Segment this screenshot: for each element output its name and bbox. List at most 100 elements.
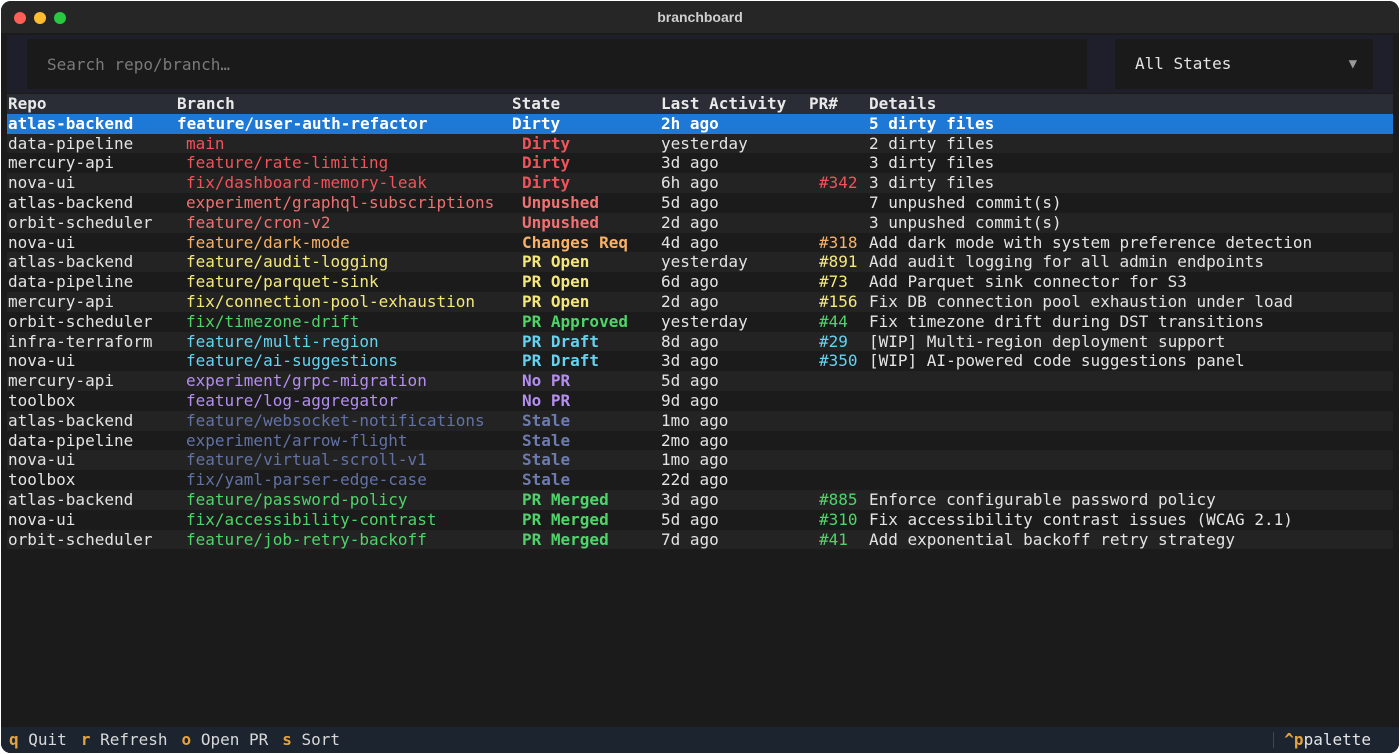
table-row[interactable]: mercury-api feature/rate-limiting Dirty 3d … [7,153,1393,173]
table-row[interactable]: nova-ui fix/accessibility-contrast PR Merg… [7,510,1393,530]
table-header-row: Repo Branch State Last Activity PR# Deta… [7,94,1393,114]
cell-repo: nova-ui [8,450,76,470]
table-row[interactable]: orbit-scheduler feature/cron-v2 Unpushed 2d… [7,212,1393,233]
table-row[interactable]: toolbox feature/log-aggregator No PR 9d ago [7,391,1393,411]
cell-state: PR Merged [522,489,609,509]
cell-repo: atlas-backend [8,252,134,272]
table-row[interactable]: data-pipeline main Dirty yesterday 2 dirty f… [7,133,1393,154]
shortcut-label[interactable]: Open PR [201,730,268,749]
shortcut-label[interactable]: Quit [28,730,67,749]
cell-branch: feature/user-auth-refactor [177,113,428,133]
state-filter-select[interactable]: All States ▼ [1115,39,1373,89]
table-row[interactable]: atlas-backend feature/user-auth-refactor D… [7,113,1393,134]
app-content: All States ▼ Repo Branch State Last Acti… [1,33,1399,753]
table-row[interactable]: toolbox fix/yaml-parser-edge-case Stale 22d… [7,470,1393,490]
search-input[interactable] [27,39,1087,89]
cell-branch: experiment/arrow-flight [186,430,408,450]
cell-repo: atlas-backend [8,192,134,212]
table-row[interactable]: infra-terraform feature/multi-region PR Dr… [7,331,1393,352]
cell-repo: mercury-api [8,153,114,173]
minimize-window-button[interactable] [34,12,46,24]
close-window-button[interactable] [14,12,26,24]
cell-state: PR Merged [522,509,609,529]
cell-branch: feature/password-policy [186,489,408,509]
cell-repo: data-pipeline [8,272,134,292]
cell-branch: feature/job-retry-backoff [186,529,427,549]
table-row[interactable]: orbit-scheduler feature/job-retry-backoff… [7,529,1393,550]
table-row[interactable]: data-pipeline experiment/arrow-flight Stal… [7,431,1393,451]
column-header-pr[interactable]: PR# [809,94,867,114]
window-title: branchboard [657,9,743,25]
cell-details: Fix DB connection pool exhaustion under … [869,291,1293,311]
cell-state: PR Draft [522,331,600,351]
table-row[interactable]: nova-ui feature/dark-mode Changes Req 4d ag… [7,233,1393,253]
cell-state: Unpushed [522,192,600,212]
cell-state: PR Open [522,291,590,311]
cell-last-activity: 22d ago [661,470,729,490]
shortcut-label[interactable]: Sort [302,730,341,749]
cell-branch: main [186,133,225,153]
table-row[interactable]: nova-ui fix/dashboard-memory-leak Dirty 6h … [7,173,1393,193]
cell-state: Stale [522,410,571,430]
table-row[interactable]: nova-ui feature/virtual-scroll-v1 Stale 1mo… [7,450,1393,471]
zoom-window-button[interactable] [54,12,66,24]
table-row[interactable]: mercury-api fix/connection-pool-exhaustio… [7,291,1393,312]
dropdown-arrow-icon: ▼ [1348,56,1357,72]
cell-state: No PR [522,390,571,410]
cell-branch: fix/dashboard-memory-leak [186,173,427,193]
table-row[interactable]: nova-ui feature/ai-suggestions PR Draft 3d … [7,351,1393,371]
cell-state: PR Open [522,272,590,292]
table-row[interactable]: atlas-backend feature/password-policy PR M… [7,489,1393,510]
cell-details: Add Parquet sink connector for S3 [869,272,1187,292]
shortcut-key: o [181,730,192,749]
cell-last-activity: 2d ago [661,212,719,232]
table-row[interactable]: orbit-scheduler fix/timezone-drift PR Appr… [7,312,1393,332]
cell-repo: atlas-backend [8,489,134,509]
cell-details: Add dark mode with system preference det… [869,232,1313,252]
cell-repo: atlas-backend [8,410,134,430]
cell-last-activity: yesterday [661,133,748,153]
table-row[interactable]: atlas-backend experiment/graphql-subscrip… [7,193,1393,213]
cell-state: Dirty [522,173,571,193]
cell-last-activity: 5d ago [661,371,719,391]
keybinding-hints: q Quit r Refresh o Open PR s Sort [9,727,354,753]
cell-branch: experiment/graphql-subscriptions [186,192,495,212]
branch-table: Repo Branch State Last Activity PR# Deta… [7,94,1393,550]
cell-details: Add exponential backoff retry strategy [869,529,1236,549]
cell-state: Dirty [522,133,571,153]
column-header-state[interactable]: State [512,94,652,114]
cell-last-activity: 3d ago [661,489,719,509]
cell-details: 5 dirty files [869,113,995,133]
column-header-details[interactable]: Details [869,94,1389,114]
palette-hint[interactable]: ^ppalette [1284,727,1371,753]
cell-branch: feature/log-aggregator [186,390,398,410]
cell-details: 3 unpushed commit(s) [869,212,1062,232]
column-header-branch[interactable]: Branch [177,94,502,114]
cell-last-activity: 1mo ago [661,410,729,430]
cell-branch: feature/audit-logging [186,252,389,272]
cell-state: No PR [522,371,571,391]
table-row[interactable]: data-pipeline feature/parquet-sink PR Open… [7,272,1393,292]
shortcut-key: s [282,730,292,749]
cell-branch: feature/cron-v2 [186,212,331,232]
column-header-repo[interactable]: Repo [8,94,173,114]
cell-state: PR Draft [522,351,600,371]
cell-branch: experiment/grpc-migration [186,371,427,391]
shortcut-label[interactable]: Refresh [100,730,167,749]
cell-details: Fix timezone drift during DST transition… [869,311,1264,331]
cell-repo: orbit-scheduler [8,529,153,549]
cell-branch: feature/rate-limiting [186,153,389,173]
table-row[interactable]: mercury-api experiment/grpc-migration No P… [7,371,1393,391]
status-bar-divider [1273,732,1274,748]
table-row[interactable]: atlas-backend feature/websocket-notificat… [7,410,1393,431]
shortcut-key: q [9,730,19,749]
status-bar: q Quit r Refresh o Open PR s Sort ^ppalette [1,727,1399,753]
cell-last-activity: 2mo ago [661,430,729,450]
cell-branch: feature/virtual-scroll-v1 [186,450,427,470]
table-row[interactable]: atlas-backend feature/audit-logging PR Ope… [7,252,1393,273]
cell-last-activity: 5d ago [661,192,719,212]
cell-repo: nova-ui [8,173,76,193]
cell-branch: fix/yaml-parser-edge-case [186,470,427,490]
cell-last-activity: 2d ago [661,291,719,311]
column-header-last-activity[interactable]: Last Activity [661,94,806,114]
